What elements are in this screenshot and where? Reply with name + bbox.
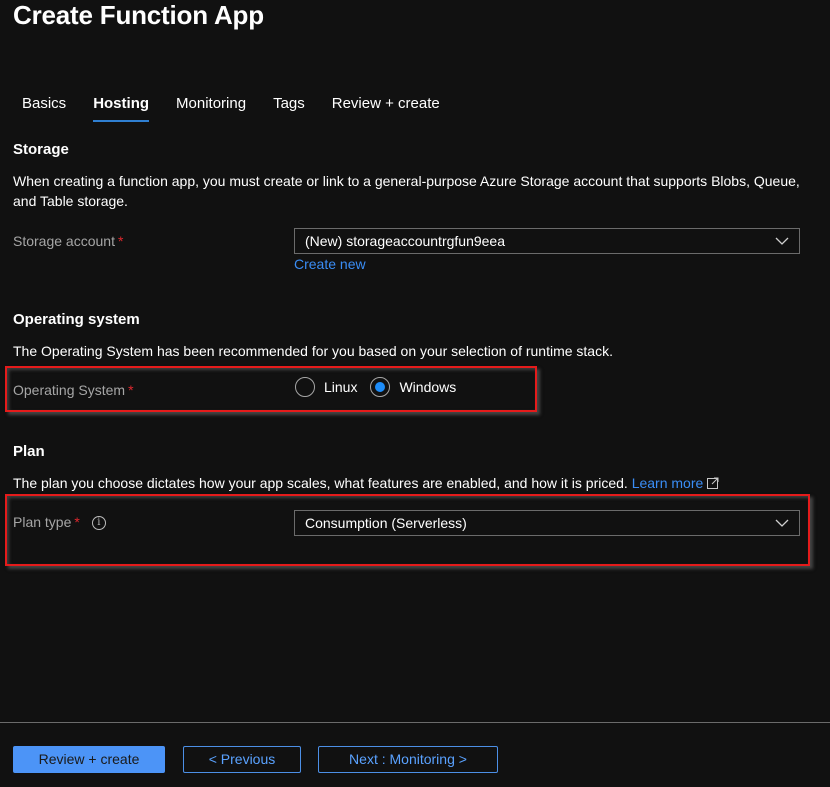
os-description: The Operating System has been recommende…: [13, 343, 613, 359]
os-heading: Operating system: [13, 311, 140, 328]
storage-account-dropdown[interactable]: (New) storageaccountrgfun9eea: [294, 228, 800, 254]
storage-account-label-text: Storage account: [13, 233, 115, 249]
radio-circle-checked-icon[interactable]: [370, 377, 391, 397]
tab-hosting[interactable]: Hosting: [93, 95, 149, 122]
tab-basics[interactable]: Basics: [22, 95, 66, 122]
create-function-app-page: Create Function App Basics Hosting Monit…: [0, 0, 830, 787]
plan-type-label: Plan type * i: [13, 514, 106, 531]
storage-description: When creating a function app, you must c…: [13, 173, 800, 209]
page-title: Create Function App: [13, 0, 264, 30]
storage-heading: Storage: [13, 141, 69, 158]
required-mark: *: [74, 514, 80, 530]
review-create-button[interactable]: Review + create: [13, 746, 165, 773]
radio-linux-label: Linux: [324, 379, 358, 395]
tab-monitoring[interactable]: Monitoring: [176, 95, 246, 122]
tab-review-create[interactable]: Review + create: [332, 95, 440, 122]
required-mark: *: [117, 233, 124, 249]
radio-windows[interactable]: Windows: [370, 377, 456, 397]
tab-tags[interactable]: Tags: [273, 95, 305, 122]
radio-windows-label: Windows: [399, 379, 457, 395]
radio-linux[interactable]: Linux: [295, 377, 357, 397]
plan-heading: Plan: [13, 443, 45, 460]
plan-description: The plan you choose dictates how your ap…: [13, 473, 813, 493]
storage-account-value: (New) storageaccountrgfun9eea: [305, 233, 506, 249]
os-label-text: Operating System: [13, 382, 126, 398]
radio-circle-unchecked-icon[interactable]: [295, 377, 315, 397]
os-radio-group: Linux Windows: [295, 377, 469, 397]
storage-account-label: Storage account *: [13, 233, 123, 249]
plan-type-dropdown[interactable]: Consumption (Serverless): [294, 510, 800, 536]
tab-bar: Basics Hosting Monitoring Tags Review + …: [22, 95, 467, 122]
info-icon[interactable]: i: [91, 516, 106, 531]
previous-button[interactable]: < Previous: [183, 746, 301, 773]
required-mark: *: [128, 382, 134, 398]
chevron-down-icon: [775, 519, 789, 527]
plan-type-label-text: Plan type: [13, 514, 72, 530]
plan-description-text: The plan you choose dictates how your ap…: [13, 475, 628, 491]
learn-more-link[interactable]: Learn more: [632, 475, 704, 491]
os-label: Operating System *: [13, 382, 134, 398]
create-new-link[interactable]: Create new: [294, 256, 366, 272]
plan-type-value: Consumption (Serverless): [305, 515, 467, 531]
external-link-icon: [707, 477, 719, 489]
chevron-down-icon: [775, 237, 789, 245]
footer-divider: [0, 722, 830, 723]
next-monitoring-button[interactable]: Next : Monitoring >: [318, 746, 498, 773]
